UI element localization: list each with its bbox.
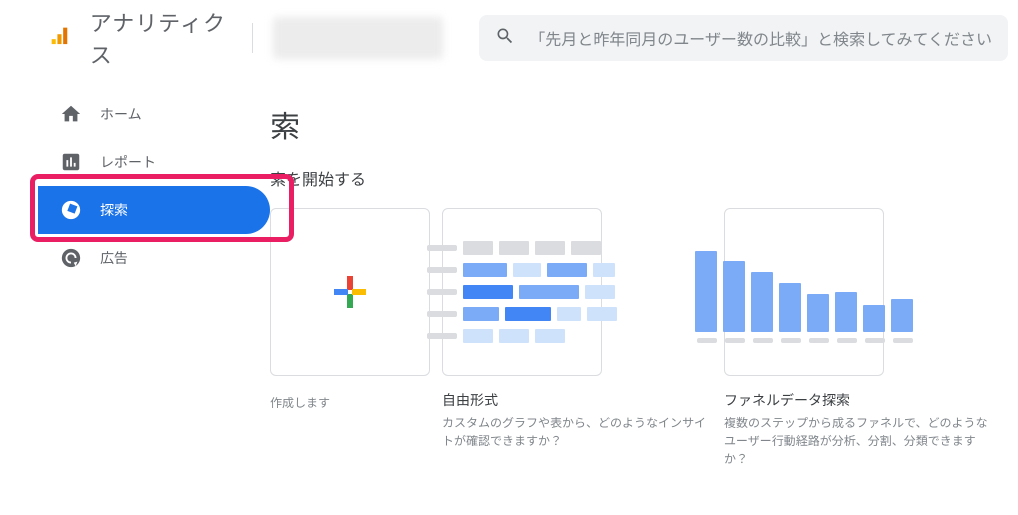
header-divider xyxy=(252,23,253,53)
card-title: 自由形式 xyxy=(442,390,712,410)
card-funnel-exploration[interactable] xyxy=(724,208,884,376)
card-label-freeform: 自由形式 カスタムのグラフや表から、どのようなインサイトが確認できますか？ xyxy=(442,390,712,450)
sidebar-item-label: ホーム xyxy=(100,104,142,124)
sidebar-item-ads[interactable]: 広告 xyxy=(0,234,270,282)
home-icon xyxy=(60,103,82,125)
ads-icon xyxy=(60,247,82,269)
card-desc: 作成します xyxy=(270,394,430,412)
page-subtitle: 索を開始する xyxy=(270,166,1018,190)
card-label-blank: 作成します xyxy=(270,390,430,412)
sidebar-item-label: 探索 xyxy=(100,200,128,220)
card-columns: 作成します 自由形式 カスタムのグラフや表から、どのようなインサイトが xyxy=(270,208,1018,468)
sidebar-item-reports[interactable]: レポート xyxy=(0,138,270,186)
sidebar: ホーム レポート 探索 広告 xyxy=(0,76,270,515)
search-placeholder: 「先月と昨年同月のユーザー数の比較」と検索してみてください xyxy=(529,26,992,50)
search-bar[interactable]: 「先月と昨年同月のユーザー数の比較」と検索してみてください xyxy=(479,15,1008,61)
main-content: 索 索を開始する 作成します xyxy=(270,76,1018,515)
sidebar-item-label: レポート xyxy=(100,152,156,172)
app-body: ホーム レポート 探索 広告 索 索を開始する xyxy=(0,76,1018,515)
search-icon xyxy=(495,26,515,51)
analytics-logo-icon xyxy=(50,26,70,50)
property-selector-blurred[interactable] xyxy=(273,17,443,59)
explore-icon xyxy=(60,199,82,221)
sidebar-item-explore[interactable]: 探索 xyxy=(38,186,270,234)
report-icon xyxy=(60,151,82,173)
plus-icon xyxy=(330,272,370,312)
card-blank-exploration[interactable] xyxy=(270,208,430,376)
card-title: ファネルデータ探索 xyxy=(724,390,994,410)
freeform-thumbnail xyxy=(427,241,617,343)
card-label-funnel: ファネルデータ探索 複数のステップから成るファネルで、どのようなユーザー行動経路… xyxy=(724,390,994,468)
card-desc: 複数のステップから成るファネルで、どのようなユーザー行動経路が分析、分割、分類で… xyxy=(724,414,994,468)
page-title: 索 xyxy=(270,102,1018,146)
app-title: アナリティクス xyxy=(90,6,232,70)
sidebar-item-home[interactable]: ホーム xyxy=(0,90,270,138)
sidebar-item-label: 広告 xyxy=(100,248,128,268)
app-header: アナリティクス 「先月と昨年同月のユーザー数の比較」と検索してみてください xyxy=(0,0,1018,76)
card-freeform[interactable] xyxy=(442,208,602,376)
funnel-thumbnail xyxy=(695,242,913,343)
card-desc: カスタムのグラフや表から、どのようなインサイトが確認できますか？ xyxy=(442,414,712,450)
